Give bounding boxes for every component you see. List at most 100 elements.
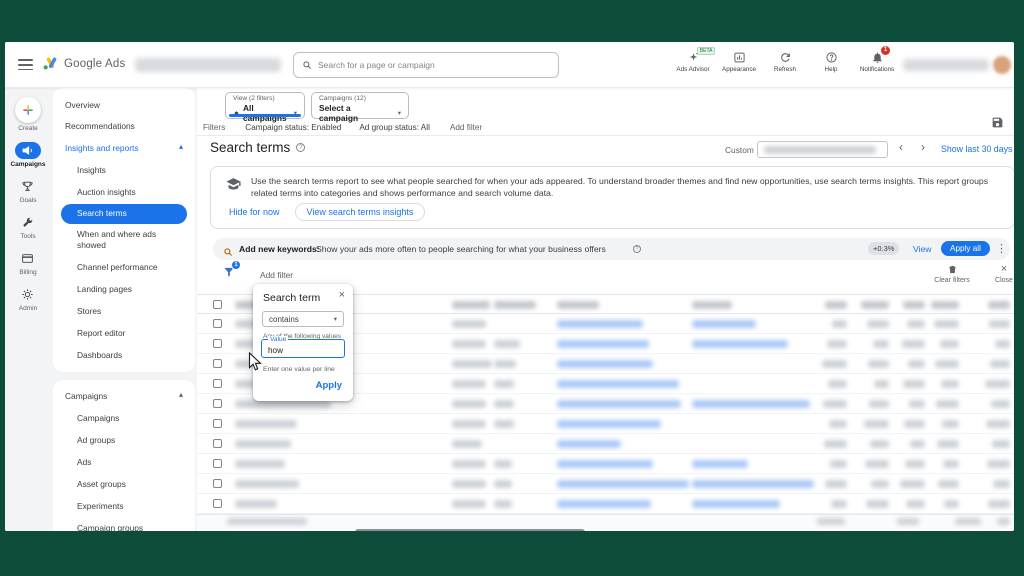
save-icon[interactable] — [991, 116, 1004, 129]
blurred-cell — [985, 380, 1010, 388]
filter-value-input[interactable] — [268, 346, 338, 355]
nav-item-overview[interactable]: Overview — [53, 94, 195, 116]
trophy-icon — [15, 178, 41, 195]
add-filter-link[interactable]: Add filter — [450, 123, 482, 132]
nav-item-campaign-groups[interactable]: Campaign groups — [53, 518, 195, 531]
search-terms-info-banner: Use the search terms report to see what … — [210, 166, 1014, 229]
navigation-rail: Create Campaigns Goals Tools Billing Admin — [5, 88, 51, 312]
table-add-filter-link[interactable]: Add filter — [260, 270, 293, 280]
blurred-cell — [557, 500, 651, 508]
close-icon[interactable]: × — [339, 289, 345, 301]
rail-item-goals[interactable]: Goals — [10, 178, 45, 204]
header-action-appearance[interactable]: Appearance — [717, 48, 761, 73]
filter-count-badge: 1 — [231, 260, 241, 270]
row-checkbox[interactable] — [213, 439, 222, 448]
row-checkbox[interactable] — [213, 359, 222, 368]
hamburger-menu-icon[interactable] — [18, 59, 33, 71]
active-view-underline — [229, 114, 301, 117]
operator-dropdown[interactable]: contains ▾ — [262, 311, 344, 327]
hide-for-now-button[interactable]: Hide for now — [229, 207, 280, 217]
nav-item-auction-insights[interactable]: Auction insights — [53, 182, 195, 204]
create-button[interactable]: Create — [15, 97, 41, 132]
nav-card-insights: OverviewRecommendationsInsights and repo… — [53, 88, 195, 372]
search-input[interactable] — [318, 60, 543, 70]
row-checkbox[interactable] — [213, 479, 222, 488]
nav-item-insights[interactable]: Insights — [53, 160, 195, 182]
nav-item-experiments[interactable]: Experiments — [53, 496, 195, 518]
apply-all-button[interactable]: Apply all — [941, 241, 990, 256]
rail-item-billing[interactable]: Billing — [10, 250, 45, 276]
appearance-icon — [733, 51, 746, 64]
nav-item-channel-performance[interactable]: Channel performance — [53, 256, 195, 278]
nav-section-campaigns[interactable]: Campaigns▴ — [53, 386, 195, 408]
row-checkbox[interactable] — [213, 319, 222, 328]
blurred-cell — [557, 380, 679, 388]
nav-item-ad-groups[interactable]: Ad groups — [53, 430, 195, 452]
rail-item-tools[interactable]: Tools — [10, 214, 45, 240]
nav-item-asset-groups[interactable]: Asset groups — [53, 474, 195, 496]
blurred-cell — [944, 500, 959, 508]
navigation-panel: OverviewRecommendationsInsights and repo… — [51, 88, 197, 531]
view-search-terms-insights-button[interactable]: View search terms insights — [295, 203, 426, 221]
notification-count-badge: 1 — [881, 46, 890, 55]
nav-item-recommendations[interactable]: Recommendations — [53, 116, 195, 138]
avatar[interactable] — [993, 56, 1011, 74]
google-ads-logo[interactable]: Google Ads — [42, 55, 125, 72]
more-options-icon[interactable]: ⋮ — [996, 242, 1007, 255]
nav-item-dashboards[interactable]: Dashboards — [53, 344, 195, 366]
header-action-refresh[interactable]: Refresh — [763, 48, 807, 73]
page-search-box[interactable] — [293, 52, 559, 78]
nav-item-search-terms[interactable]: Search terms — [61, 204, 187, 224]
row-checkbox[interactable] — [213, 339, 222, 348]
help-icon[interactable]: ? — [296, 143, 305, 152]
info-icon[interactable]: ? — [633, 245, 641, 253]
apply-filter-button[interactable]: Apply — [316, 380, 342, 391]
blurred-cell — [235, 500, 277, 508]
add-keywords-title: Add new keywords: — [239, 244, 320, 254]
nav-item-when-and-where-ads-showed[interactable]: When and where ads showed — [53, 224, 195, 257]
header-action-notifications[interactable]: 1Notifications — [855, 48, 899, 73]
header-action-ads-advisor[interactable]: BETAAds Advisor — [671, 48, 715, 73]
rail-item-campaigns[interactable]: Campaigns — [10, 142, 45, 168]
row-checkbox[interactable] — [213, 419, 222, 428]
blurred-cell — [557, 301, 599, 309]
view-keywords-link[interactable]: View — [913, 244, 931, 254]
card-icon — [15, 250, 41, 267]
add-keywords-description: Show your ads more often to people searc… — [316, 244, 606, 254]
blurred-cell — [903, 380, 925, 388]
filter-chip-ad-group-status[interactable]: Ad group status: All — [359, 123, 430, 132]
close-filter-bar-button[interactable]: × Close — [989, 264, 1014, 284]
blurred-cell — [692, 480, 814, 488]
nav-item-report-editor[interactable]: Report editor — [53, 322, 195, 344]
view-filter-dropdown[interactable]: View (2 filters) All campaigns ▾ — [225, 92, 305, 119]
show-last-30-days-link[interactable]: Show last 30 days — [941, 144, 1012, 154]
row-checkbox[interactable] — [213, 399, 222, 408]
campaign-select-dropdown[interactable]: Campaigns (12) Select a campaign ▾ — [311, 92, 409, 119]
row-checkbox[interactable] — [213, 459, 222, 468]
nav-section-insights-and-reports[interactable]: Insights and reports▴ — [53, 138, 195, 160]
blurred-cell — [864, 420, 889, 428]
rail-item-admin[interactable]: Admin — [10, 286, 45, 312]
row-checkbox[interactable] — [213, 379, 222, 388]
blurred-cell — [955, 518, 981, 525]
header-action-help[interactable]: Help — [809, 48, 853, 73]
horizontal-scrollbar[interactable] — [355, 529, 585, 531]
nav-item-landing-pages[interactable]: Landing pages — [53, 278, 195, 300]
blurred-cell — [992, 440, 1010, 448]
row-checkbox[interactable] — [213, 499, 222, 508]
nav-item-campaigns[interactable]: Campaigns — [53, 408, 195, 430]
blurred-cell — [829, 420, 847, 428]
blurred-cell — [902, 340, 925, 348]
date-range-input[interactable] — [757, 141, 888, 158]
nav-item-ads[interactable]: Ads — [53, 452, 195, 474]
select-all-checkbox[interactable] — [213, 300, 222, 309]
previous-period-icon[interactable]: ‹ — [899, 140, 903, 154]
next-period-icon[interactable]: › — [921, 140, 925, 154]
clear-filters-button[interactable]: Clear filters — [929, 264, 975, 284]
banner-text: Use the search terms report to see what … — [251, 175, 1002, 199]
blurred-cell — [452, 320, 486, 328]
nav-item-stores[interactable]: Stores — [53, 300, 195, 322]
rail-item-label: Campaigns — [10, 161, 45, 168]
blurred-cell — [873, 340, 889, 348]
filter-chip-campaign-status[interactable]: Campaign status: Enabled — [245, 123, 341, 132]
